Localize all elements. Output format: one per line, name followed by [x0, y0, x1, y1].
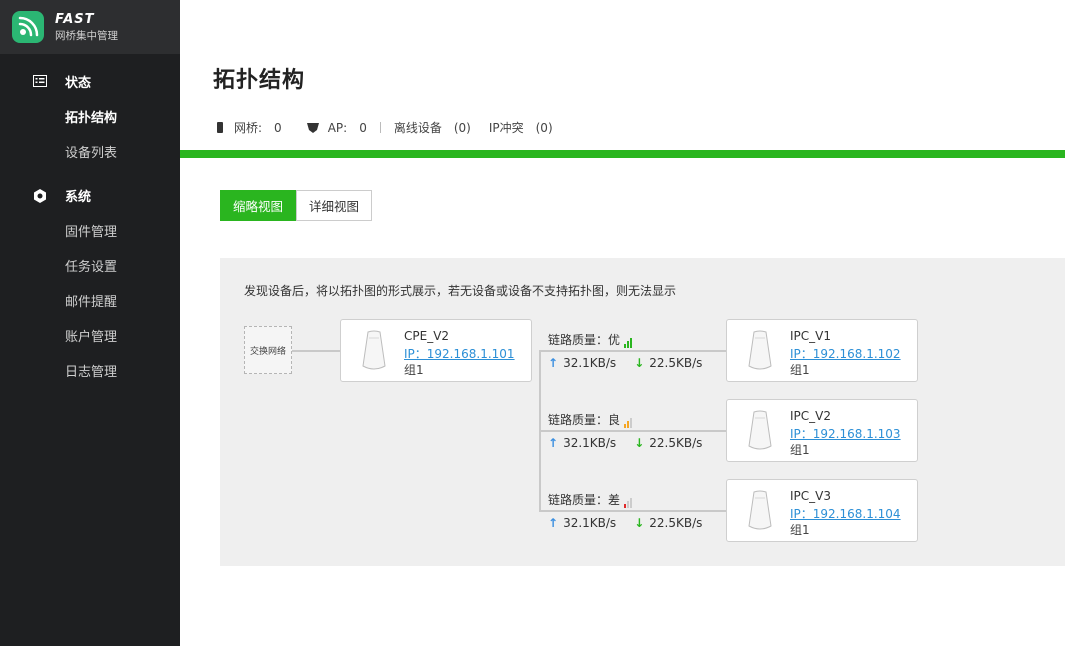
sidebar-nav: 状态 拓扑结构 设备列表 系统 固件管理 任务设置 邮件提醒 账户管理 日志管理: [0, 64, 180, 388]
ap-icon: [306, 122, 319, 133]
brand-header: FAST 网桥集中管理: [0, 0, 180, 54]
device-ip-link[interactable]: IP：192.168.1.103: [790, 425, 901, 442]
link-quality-label: 链路质量：: [548, 333, 609, 347]
upload-rate: 32.1KB/s: [563, 516, 617, 530]
device-card-cpe[interactable]: CPE_V2 IP：192.168.1.101 组1: [340, 319, 532, 382]
device-ip-link[interactable]: IP：192.168.1.104: [790, 505, 901, 522]
link-quality-label: 链路质量：: [548, 493, 609, 507]
device-group: 组1: [790, 443, 810, 457]
sidebar-item-device-list[interactable]: 设备列表: [0, 134, 180, 169]
bridge-stat: 网桥: 0: [217, 119, 282, 136]
download-arrow-icon: ↓: [634, 356, 645, 370]
device-card-ipc-v1[interactable]: IPC_V1 IP：192.168.1.102 组1: [726, 319, 918, 382]
upload-arrow-icon: ↑: [548, 436, 559, 450]
fast-logo-icon: [12, 11, 44, 43]
link-quality-value: 差: [608, 493, 621, 507]
device-group: 组1: [404, 363, 424, 377]
tab-detail-view[interactable]: 详细视图: [296, 190, 373, 221]
link-quality-value: 优: [608, 333, 621, 347]
ipc-device-icon: [748, 330, 772, 370]
switch-network-node[interactable]: 交换网络: [244, 326, 292, 374]
connector-line: [292, 350, 340, 352]
device-ip-link[interactable]: IP：192.168.1.101: [404, 345, 515, 362]
signal-icon: [624, 498, 633, 508]
sidebar-item-accounts[interactable]: 账户管理: [0, 318, 180, 353]
download-rate: 22.5KB/s: [649, 356, 703, 370]
list-icon: [33, 74, 47, 89]
device-ip-link[interactable]: IP：192.168.1.102: [790, 345, 901, 362]
upload-arrow-icon: ↑: [548, 516, 559, 530]
device-card-ipc-v2[interactable]: IPC_V2 IP：192.168.1.103 组1: [726, 399, 918, 462]
ipc-device-icon: [748, 490, 772, 530]
offline-label: 离线设备: [393, 121, 442, 135]
ap-stat: AP: 0: [306, 120, 367, 135]
link-info: 链路质量： 良 ↑ 32.1KB/s ↓ 22.5KB/s: [548, 411, 702, 450]
divider: [379, 122, 381, 133]
upload-arrow-icon: ↑: [548, 356, 559, 370]
view-tabs: 缩略视图 详细视图: [220, 190, 373, 221]
ipconflict-count: (0): [535, 120, 553, 135]
upload-rate: 32.1KB/s: [563, 436, 617, 450]
download-rate: 22.5KB/s: [649, 436, 703, 450]
stats-bar: 网桥: 0 AP: 0 离线设备 (0) IP冲突 (0): [217, 119, 553, 136]
device-name: IPC_V3: [790, 489, 831, 503]
offline-stat[interactable]: 离线设备 (0): [394, 119, 471, 136]
topology-note: 发现设备后，将以拓扑图的形式展示，若无设备或设备不支持拓扑图，则无法显示: [244, 284, 677, 298]
sidebar-group-status[interactable]: 状态: [0, 64, 180, 99]
sidebar-group-label: 状态: [65, 76, 92, 91]
device-group: 组1: [790, 523, 810, 537]
device-name: CPE_V2: [404, 329, 450, 343]
bridge-label: 网桥:: [234, 121, 263, 135]
download-rate: 22.5KB/s: [649, 516, 703, 530]
upload-rate: 32.1KB/s: [563, 356, 617, 370]
device-card-ipc-v3[interactable]: IPC_V3 IP：192.168.1.104 组1: [726, 479, 918, 542]
device-name: IPC_V2: [790, 409, 831, 423]
brand-subtitle: 网桥集中管理: [55, 29, 118, 42]
sidebar-group-system[interactable]: 系统: [0, 178, 180, 213]
download-arrow-icon: ↓: [634, 516, 645, 530]
signal-icon: [624, 418, 633, 428]
link-info: 链路质量： 优 ↑ 32.1KB/s ↓ 22.5KB/s: [548, 331, 702, 370]
brand-name: FAST: [55, 11, 95, 27]
signal-icon: [624, 338, 633, 348]
device-name: IPC_V1: [790, 329, 831, 343]
sidebar-item-mail-alert[interactable]: 邮件提醒: [0, 283, 180, 318]
offline-count: (0): [453, 120, 471, 135]
ipconflict-stat[interactable]: IP冲突 (0): [489, 119, 553, 136]
cpe-device-icon: [362, 330, 386, 370]
sidebar-item-firmware[interactable]: 固件管理: [0, 213, 180, 248]
gear-icon: [33, 188, 47, 203]
sidebar-item-topology[interactable]: 拓扑结构: [0, 99, 180, 134]
device-group: 组1: [790, 363, 810, 377]
link-quality-label: 链路质量：: [548, 413, 609, 427]
ap-label: AP:: [327, 120, 348, 135]
bridge-icon: [217, 122, 223, 133]
bridge-count: 0: [274, 120, 282, 135]
download-arrow-icon: ↓: [634, 436, 645, 450]
sidebar: FAST 网桥集中管理 状态 拓扑结构 设备列表 系统 固件管理 任务设置 邮件…: [0, 0, 180, 646]
tab-brief-view[interactable]: 缩略视图: [220, 190, 297, 221]
ap-count: 0: [359, 120, 367, 135]
status-progress-bar: [180, 150, 1065, 158]
link-info: 链路质量： 差 ↑ 32.1KB/s ↓ 22.5KB/s: [548, 491, 702, 530]
ipc-device-icon: [748, 410, 772, 450]
page-title: 拓扑结构: [213, 68, 306, 93]
sidebar-item-tasks[interactable]: 任务设置: [0, 248, 180, 283]
ipconflict-label: IP冲突: [488, 121, 524, 135]
sidebar-group-label: 系统: [65, 190, 92, 205]
link-quality-value: 良: [608, 413, 621, 427]
topology-panel: 发现设备后，将以拓扑图的形式展示，若无设备或设备不支持拓扑图，则无法显示 交换网…: [220, 258, 1065, 566]
sidebar-item-logs[interactable]: 日志管理: [0, 353, 180, 388]
